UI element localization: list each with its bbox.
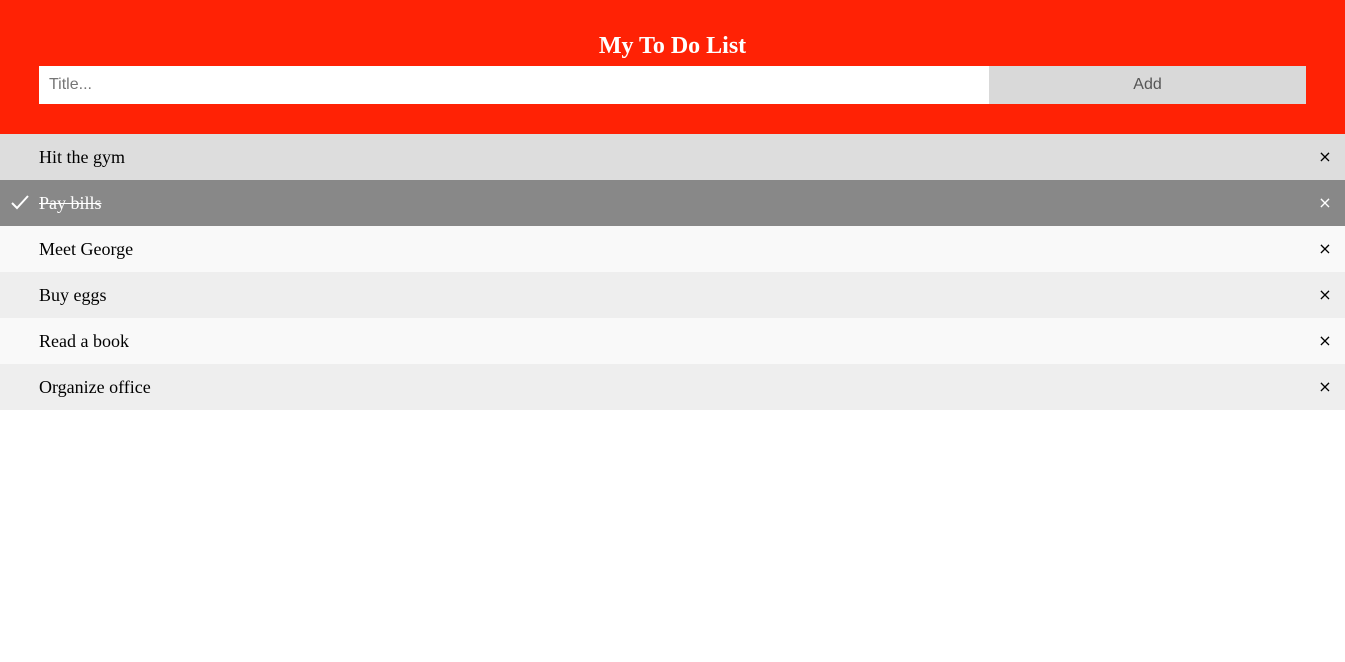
todo-item-checked[interactable]: Pay bills × [0,180,1345,226]
todo-header: My To Do List Add [0,0,1345,134]
page-title: My To Do List [598,33,747,59]
close-icon[interactable]: × [1305,180,1345,226]
close-icon[interactable]: × [1305,134,1345,180]
todo-item-label: Buy eggs [39,285,107,305]
todo-item-label: Read a book [39,331,129,351]
close-icon[interactable]: × [1305,318,1345,364]
todo-item[interactable]: Organize office × [0,364,1345,410]
todo-item[interactable]: Hit the gym × [0,134,1345,180]
checkmark-icon [11,195,29,210]
todo-item-label: Pay bills [39,193,102,213]
todo-item[interactable]: Read a book × [0,318,1345,364]
close-icon[interactable]: × [1305,364,1345,410]
todo-item-label: Organize office [39,377,151,397]
todo-item[interactable]: Buy eggs × [0,272,1345,318]
close-icon[interactable]: × [1305,226,1345,272]
close-icon[interactable]: × [1305,272,1345,318]
todo-item-label: Meet George [39,239,134,259]
todo-item-label: Hit the gym [39,147,125,167]
todo-item[interactable]: Meet George × [0,226,1345,272]
add-button[interactable]: Add [989,66,1306,104]
todo-list: Hit the gym × Pay bills × Meet George × … [0,134,1345,410]
title-input[interactable] [39,66,989,104]
